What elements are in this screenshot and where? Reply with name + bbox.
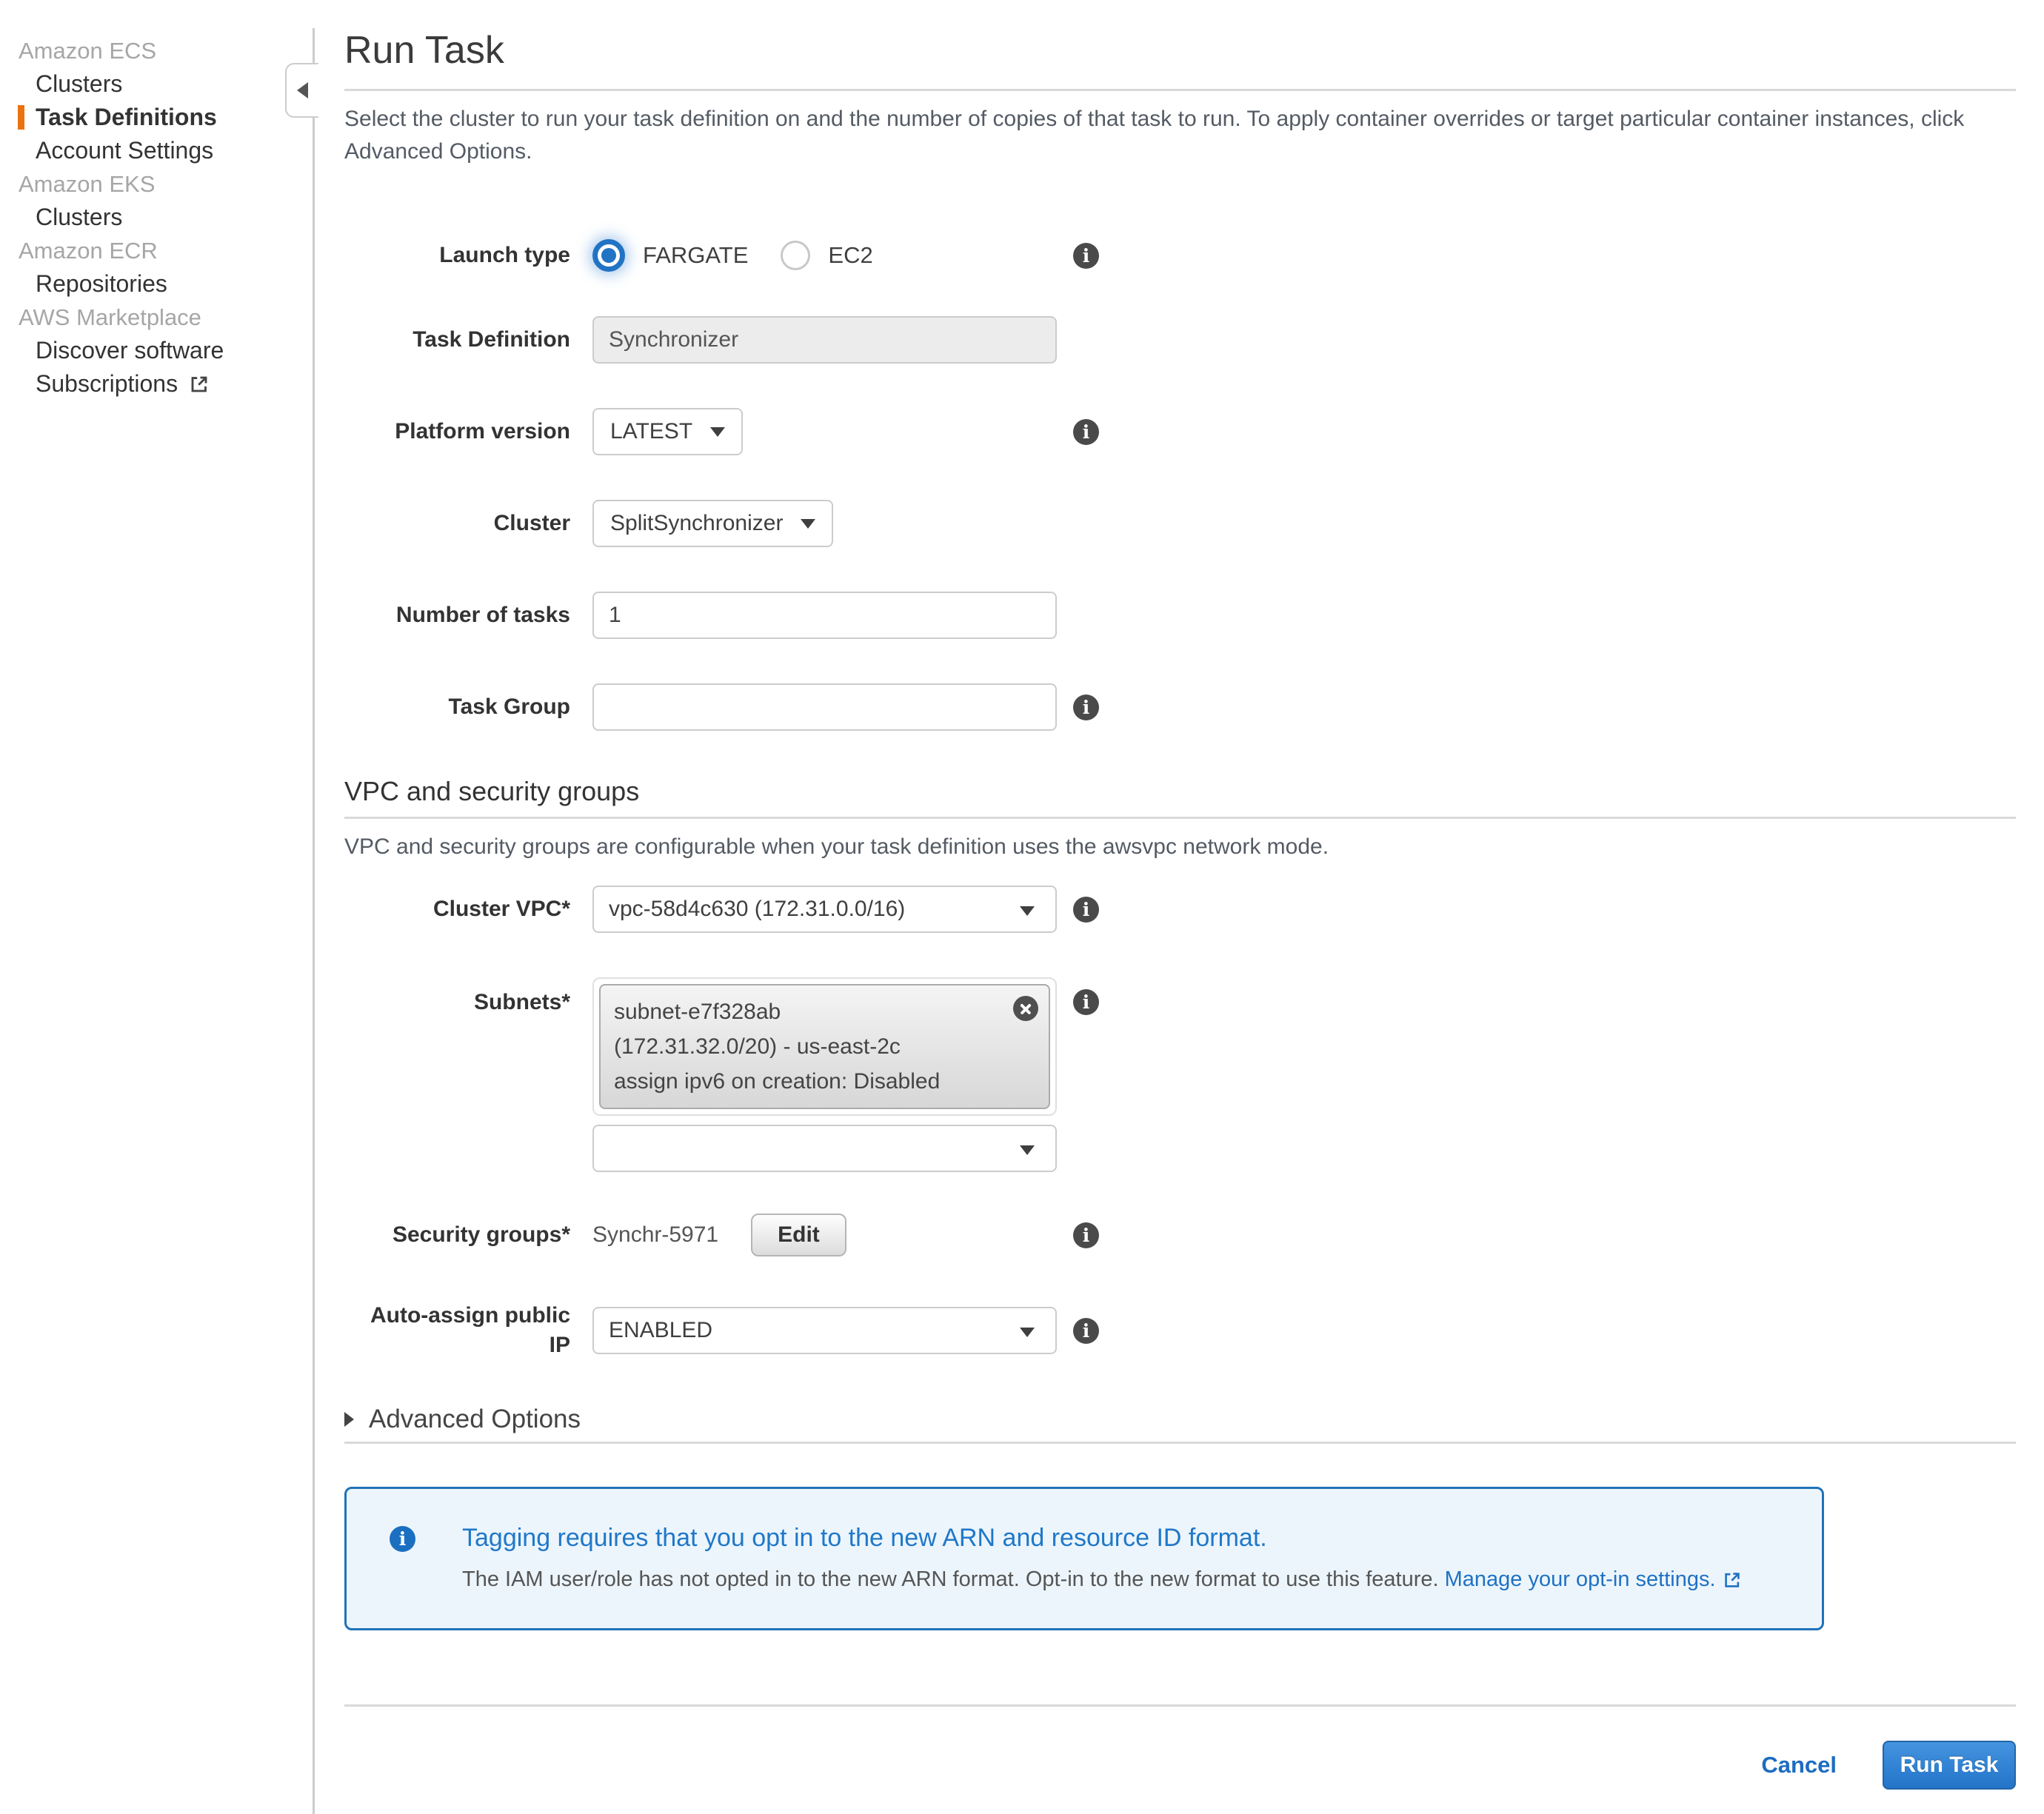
auto-assign-ip-value: ENABLED: [609, 1318, 712, 1343]
auto-assign-ip-label: Auto-assign public IP: [344, 1301, 570, 1360]
cluster-vpc-row: Cluster VPC* vpc-58d4c630 (172.31.0.0/16…: [344, 886, 2016, 933]
cluster-label: Cluster: [344, 509, 570, 538]
auto-assign-ip-select[interactable]: ENABLED: [592, 1307, 1057, 1354]
security-groups-info-icon[interactable]: i: [1073, 1222, 1099, 1248]
title-divider: [344, 89, 2016, 91]
cancel-button[interactable]: Cancel: [1761, 1752, 1837, 1778]
external-link-icon: [1722, 1570, 1743, 1590]
cluster-vpc-select[interactable]: vpc-58d4c630 (172.31.0.0/16): [592, 886, 1057, 933]
subnet-remove-icon[interactable]: [1013, 996, 1038, 1021]
subnet-chip: subnet-e7f328ab (172.31.32.0/20) - us-ea…: [599, 984, 1050, 1109]
chevron-down-icon: [710, 427, 725, 437]
cluster-vpc-info-icon[interactable]: i: [1073, 897, 1099, 923]
collapse-left-arrow-icon: [297, 82, 308, 98]
advanced-options-label: Advanced Options: [369, 1405, 581, 1434]
sidebar-item-discover-software[interactable]: Discover software: [0, 334, 313, 367]
auto-assign-ip-row: Auto-assign public IP ENABLED i: [344, 1301, 2016, 1360]
task-definition-input: [592, 316, 1057, 364]
launch-type-label: Launch type: [344, 241, 570, 270]
subnets-info-icon[interactable]: i: [1073, 989, 1099, 1015]
launch-type-option-fargate-label: FARGATE: [643, 242, 748, 269]
page-description: Select the cluster to run your task defi…: [344, 103, 2016, 168]
main-content: Run Task Select the cluster to run your …: [317, 28, 2044, 1790]
security-groups-label: Security groups*: [344, 1220, 570, 1250]
platform-version-info-icon[interactable]: i: [1073, 419, 1099, 445]
subnet-chip-line-id: subnet-e7f328ab: [614, 994, 1035, 1029]
chevron-down-icon: [1020, 906, 1035, 916]
launch-type-radio-ec2[interactable]: [781, 241, 810, 270]
banner-text: The IAM user/role has not opted in to th…: [462, 1564, 1743, 1594]
platform-version-value: LATEST: [610, 419, 692, 444]
advanced-options-toggle[interactable]: Advanced Options: [344, 1405, 2016, 1434]
chevron-down-icon: [801, 519, 815, 529]
sidebar: Amazon ECS Clusters Task Definitions Acc…: [0, 28, 315, 1814]
number-of-tasks-row: Number of tasks: [344, 592, 2016, 639]
cluster-dropdown[interactable]: SplitSynchronizer: [592, 500, 833, 547]
page-title: Run Task: [344, 28, 2016, 73]
number-of-tasks-label: Number of tasks: [344, 600, 570, 630]
subnets-add-select[interactable]: [592, 1125, 1057, 1172]
chevron-down-icon: [1020, 1145, 1035, 1155]
launch-type-info-icon[interactable]: i: [1073, 243, 1099, 269]
number-of-tasks-input[interactable]: [592, 592, 1057, 639]
task-definition-row: Task Definition: [344, 316, 2016, 364]
footer-divider: [344, 1704, 2016, 1707]
sidebar-item-subscriptions[interactable]: Subscriptions: [0, 367, 313, 401]
footer-actions: Cancel Run Task: [344, 1741, 2016, 1790]
task-group-info-icon[interactable]: i: [1073, 695, 1099, 720]
launch-type-radio-fargate[interactable]: [592, 239, 625, 272]
subnets-label: Subnets*: [344, 977, 570, 1017]
sidebar-item-repositories[interactable]: Repositories: [0, 267, 313, 301]
subnets-selected-list: subnet-e7f328ab (172.31.32.0/20) - us-ea…: [592, 977, 1057, 1116]
tagging-info-banner: i Tagging requires that you opt in to th…: [344, 1487, 1824, 1630]
security-groups-row: Security groups* Synchr-5971 Edit i: [344, 1214, 2016, 1256]
auto-assign-ip-info-icon[interactable]: i: [1073, 1318, 1099, 1344]
sidebar-item-eks-clusters[interactable]: Clusters: [0, 201, 313, 234]
vpc-section-divider: [344, 817, 2016, 819]
sidebar-header-amazon-eks: Amazon EKS: [0, 167, 313, 201]
launch-type-radio-group: FARGATE EC2: [592, 239, 1057, 272]
sidebar-item-ecs-clusters[interactable]: Clusters: [0, 67, 313, 101]
sidebar-collapse-button[interactable]: [285, 63, 319, 118]
chevron-right-icon: [344, 1412, 354, 1427]
manage-opt-in-settings-link[interactable]: Manage your opt-in settings.: [1445, 1567, 1716, 1591]
sidebar-item-account-settings[interactable]: Account Settings: [0, 134, 313, 167]
sidebar-header-amazon-ecr: Amazon ECR: [0, 234, 313, 267]
task-group-label: Task Group: [344, 692, 570, 722]
launch-type-option-ec2-label: EC2: [828, 242, 872, 269]
subnet-chip-line-cidr: (172.31.32.0/20) - us-east-2c: [614, 1029, 1035, 1064]
task-group-row: Task Group i: [344, 683, 2016, 731]
external-link-icon: [188, 373, 210, 395]
run-task-form: Launch type FARGATE EC2 i Task Definitio…: [344, 239, 2016, 731]
cluster-vpc-value: vpc-58d4c630 (172.31.0.0/16): [609, 897, 905, 922]
task-definition-label: Task Definition: [344, 325, 570, 355]
cluster-vpc-label: Cluster VPC*: [344, 894, 570, 924]
launch-type-row: Launch type FARGATE EC2 i: [344, 239, 2016, 272]
chevron-down-icon: [1020, 1328, 1035, 1337]
cluster-row: Cluster SplitSynchronizer: [344, 500, 2016, 547]
platform-version-dropdown[interactable]: LATEST: [592, 408, 743, 455]
banner-title: Tagging requires that you opt in to the …: [462, 1522, 1743, 1554]
platform-version-row: Platform version LATEST i: [344, 408, 2016, 455]
info-icon: i: [390, 1526, 415, 1552]
platform-version-label: Platform version: [344, 417, 570, 446]
task-group-input[interactable]: [592, 683, 1057, 731]
subnets-row: Subnets* subnet-e7f328ab (172.31.32.0/20…: [344, 977, 2016, 1172]
sidebar-item-task-definitions[interactable]: Task Definitions: [0, 101, 313, 134]
cluster-value: SplitSynchronizer: [610, 511, 783, 536]
subnet-chip-line-ipv6: assign ipv6 on creation: Disabled: [614, 1064, 1035, 1099]
edit-security-groups-button[interactable]: Edit: [751, 1214, 846, 1256]
sidebar-header-aws-marketplace: AWS Marketplace: [0, 301, 313, 334]
security-groups-value: Synchr-5971: [592, 1222, 718, 1248]
advanced-options-divider: [344, 1442, 2016, 1444]
run-task-button[interactable]: Run Task: [1883, 1741, 2016, 1790]
vpc-section-description: VPC and security groups are configurable…: [344, 831, 2016, 863]
sidebar-header-amazon-ecs: Amazon ECS: [0, 34, 313, 67]
vpc-section-heading: VPC and security groups: [344, 775, 2016, 808]
